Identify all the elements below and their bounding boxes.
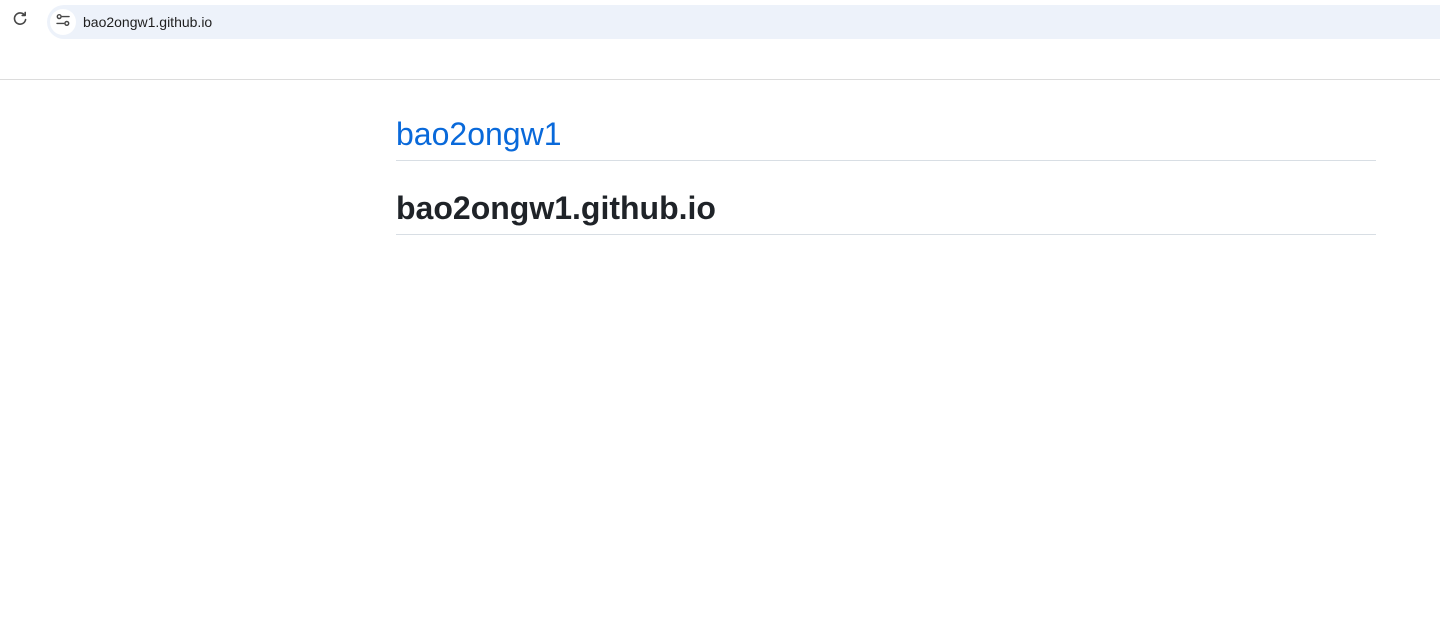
browser-toolbar: bao2ongw1.github.io	[0, 0, 1440, 44]
site-title-link[interactable]: bao2ongw1	[396, 114, 561, 154]
url-text[interactable]: bao2ongw1.github.io	[83, 14, 212, 30]
address-bar[interactable]: bao2ongw1.github.io	[47, 5, 1440, 39]
reload-icon	[12, 11, 28, 32]
title-divider	[396, 160, 1376, 161]
tune-icon	[55, 12, 71, 33]
site-info-button[interactable]	[50, 9, 76, 35]
page-content: bao2ongw1 bao2ongw1.github.io	[396, 80, 1376, 235]
page-heading: bao2ongw1.github.io	[396, 190, 716, 226]
reload-button[interactable]	[8, 9, 32, 33]
heading-divider	[396, 234, 1376, 235]
